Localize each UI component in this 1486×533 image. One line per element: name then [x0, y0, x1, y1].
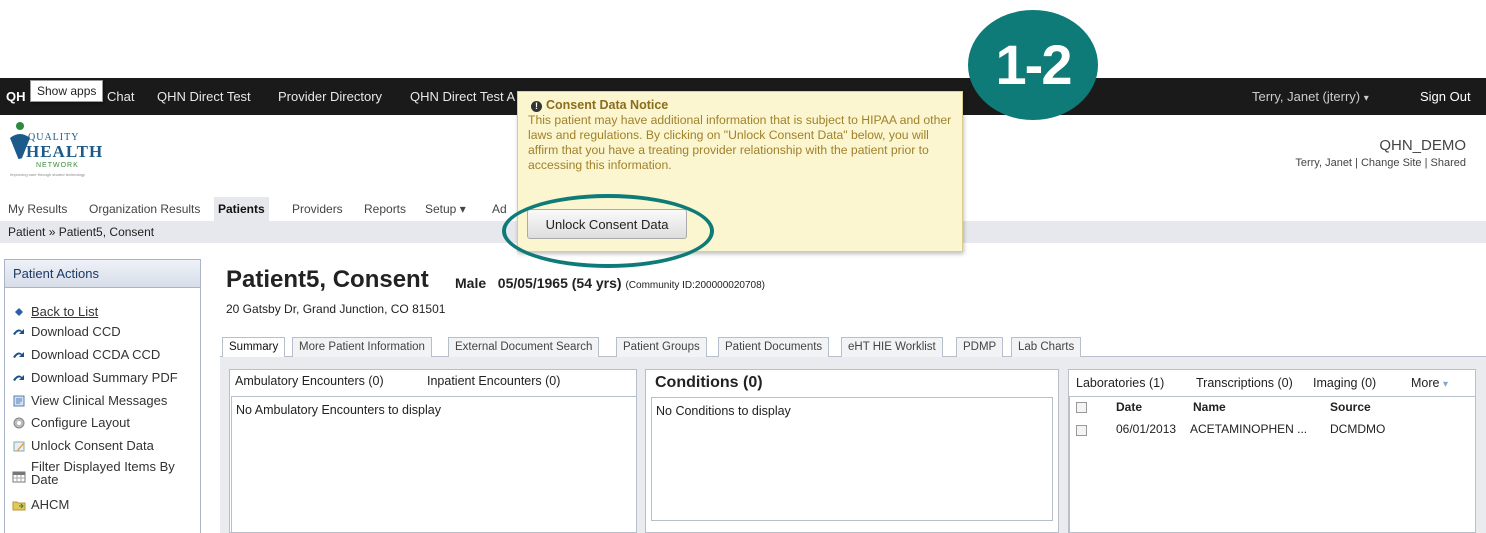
labs-list	[1069, 396, 1476, 533]
tab-patient-groups[interactable]: Patient Groups	[616, 337, 707, 357]
site-name: QHN_DEMO	[1379, 137, 1466, 154]
apps-launcher[interactable]: QH	[6, 78, 26, 115]
tab-setup[interactable]: Setup ▾	[425, 200, 466, 218]
tab-inpatient-encounters[interactable]: Inpatient Encounters (0)	[427, 374, 560, 388]
site-user-links: Terry, Janet | Change Site | Shared	[1295, 157, 1466, 169]
calendar-icon	[12, 471, 26, 483]
action-back-to-list[interactable]: Back to List	[12, 304, 98, 319]
encounters-empty-message: No Ambulatory Encounters to display	[231, 396, 637, 533]
column-header-name[interactable]: Name	[1193, 400, 1226, 414]
nav-link-qhn-direct-test-a[interactable]: QHN Direct Test A	[410, 78, 515, 115]
lab-row-name[interactable]: ACETAMINOPHEN ...	[1190, 422, 1307, 436]
folder-icon	[12, 501, 26, 511]
patient-address: 20 Gatsby Dr, Grand Junction, CO 81501	[226, 302, 446, 316]
row-checkbox[interactable]	[1076, 425, 1087, 436]
nav-link-qhn-direct-test[interactable]: QHN Direct Test	[157, 78, 251, 115]
action-filter-by-date[interactable]: Filter Displayed Items By Date	[12, 460, 175, 486]
change-site-link[interactable]: Change Site	[1361, 157, 1422, 169]
arrow-icon	[13, 352, 24, 358]
logo-tagline: Improving care through shared technology	[10, 172, 85, 177]
action-download-summary-pdf[interactable]: Download Summary PDF	[12, 370, 178, 385]
notice-title: ! Consent Data Notice	[531, 98, 668, 112]
nav-link-provider-directory[interactable]: Provider Directory	[278, 78, 382, 115]
action-label: Back to List	[31, 304, 99, 319]
messages-icon	[13, 395, 25, 407]
notice-title-text: Consent Data Notice	[546, 98, 669, 112]
tab-more-patient-information[interactable]: More Patient Information	[292, 337, 432, 357]
patient-demographics: Male 05/05/1965 (54 yrs) (Community ID:2…	[455, 275, 765, 291]
separator: |	[1355, 157, 1358, 169]
tab-more[interactable]: More ▾	[1411, 376, 1448, 390]
tab-my-results[interactable]: My Results	[8, 200, 67, 218]
shared-link[interactable]: Shared	[1431, 157, 1466, 169]
column-header-source[interactable]: Source	[1330, 400, 1371, 414]
tab-organization-results[interactable]: Organization Results	[89, 200, 200, 218]
pencil-icon	[13, 441, 25, 452]
tab-patients[interactable]: Patients	[214, 197, 269, 221]
tab-ambulatory-encounters[interactable]: Ambulatory Encounters (0)	[235, 374, 384, 388]
notice-body: This patient may have additional informa…	[528, 113, 952, 172]
patient-sex: Male	[455, 275, 487, 291]
action-view-clinical-messages[interactable]: View Clinical Messages	[12, 393, 167, 408]
breadcrumb: Patient » Patient5, Consent	[8, 225, 155, 239]
tab-admin[interactable]: Ad	[492, 200, 507, 218]
step-badge: 1-2	[968, 10, 1098, 120]
arrow-icon	[13, 329, 24, 335]
tab-summary[interactable]: Summary	[222, 337, 286, 358]
user-name: Terry, Janet (jterry)	[1252, 89, 1361, 104]
tab-external-document-search[interactable]: External Document Search	[448, 337, 600, 357]
action-unlock-consent-data[interactable]: Unlock Consent Data	[12, 438, 154, 453]
tab-imaging[interactable]: Imaging (0)	[1313, 376, 1376, 390]
lab-row-date[interactable]: 06/01/2013	[1116, 422, 1176, 436]
select-all-checkbox[interactable]	[1076, 402, 1087, 413]
tab-patient-documents[interactable]: Patient Documents	[718, 337, 830, 357]
tab-lab-charts[interactable]: Lab Charts	[1011, 337, 1082, 357]
chevron-down-icon: ▾	[1442, 379, 1448, 390]
patient-dob: 05/05/1965 (54 yrs)	[497, 275, 622, 291]
action-label: Configure Layout	[31, 415, 131, 430]
user-menu[interactable]: Terry, Janet (jterry) ▾	[1252, 78, 1369, 115]
action-ahcm[interactable]: AHCM	[12, 497, 69, 512]
sign-out-link[interactable]: Sign Out	[1420, 78, 1471, 115]
action-label: Download CCD	[31, 324, 121, 339]
action-label-line2: Date	[31, 472, 59, 487]
patient-name: Patient5, Consent	[226, 266, 429, 293]
action-download-ccd[interactable]: Download CCD	[12, 324, 121, 339]
gear-icon	[13, 417, 25, 429]
info-icon: !	[531, 101, 542, 112]
tab-reports[interactable]: Reports	[364, 200, 406, 218]
conditions-title: Conditions (0)	[655, 374, 763, 391]
diamond-icon	[15, 308, 23, 316]
tab-laboratories[interactable]: Laboratories (1)	[1076, 376, 1164, 390]
chevron-down-icon: ▾	[1363, 93, 1369, 104]
highlight-ring	[502, 194, 714, 268]
column-header-date[interactable]: Date	[1116, 400, 1142, 414]
action-label: Download CCDA CCD	[31, 347, 161, 362]
action-label: Unlock Consent Data	[31, 438, 154, 453]
action-download-ccda-ccd[interactable]: Download CCDA CCD	[12, 347, 160, 362]
action-label: AHCM	[31, 497, 70, 512]
tab-more-label: More	[1411, 376, 1440, 390]
logo-health-text: HEALTH	[26, 142, 104, 161]
patient-actions-title: Patient Actions	[5, 260, 200, 288]
action-configure-layout[interactable]: Configure Layout	[12, 415, 130, 430]
show-apps-tooltip: Show apps	[30, 80, 104, 102]
arrow-icon	[13, 375, 24, 381]
action-label: View Clinical Messages	[31, 393, 168, 408]
tab-transcriptions[interactable]: Transcriptions (0)	[1196, 376, 1293, 390]
action-label: Download Summary PDF	[31, 370, 178, 385]
patient-community-id: (Community ID:200000020708)	[625, 280, 765, 291]
nav-link-chat[interactable]: Chat	[107, 78, 134, 115]
tab-providers[interactable]: Providers	[292, 200, 343, 218]
tab-eht-hie-worklist[interactable]: eHT HIE Worklist	[841, 337, 943, 357]
site-user-name: Terry, Janet	[1295, 157, 1352, 169]
logo-network-text: NETWORK	[36, 162, 79, 169]
separator: |	[1424, 157, 1428, 169]
tab-pdmp[interactable]: PDMP	[956, 337, 1004, 357]
conditions-empty-message: No Conditions to display	[651, 397, 1053, 521]
lab-row-source[interactable]: DCMDMO	[1330, 422, 1385, 436]
